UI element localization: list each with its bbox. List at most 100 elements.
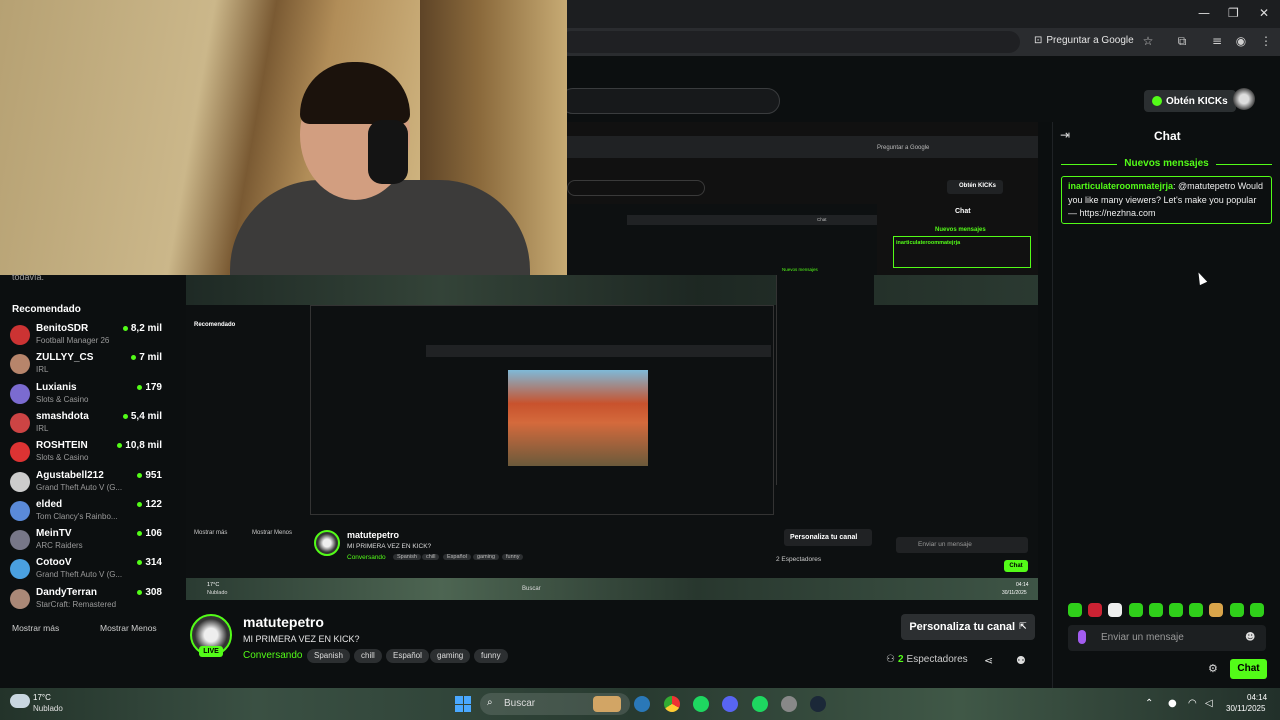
spotify-icon[interactable] xyxy=(693,696,709,712)
sidebar-channel[interactable]: ZULLYY_CS IRL 7 mil xyxy=(10,352,162,378)
sidebar-channel-category: StarCraft: Remastered xyxy=(36,600,117,609)
sidebar-channel-name: DandyTerran xyxy=(36,587,97,598)
sidebar-channel-name: smashdota xyxy=(36,411,89,422)
channel-avatar xyxy=(10,384,30,404)
emote-icon[interactable] xyxy=(1209,603,1224,617)
sidebar-channel[interactable]: DandyTerran StarCraft: Remastered 308 xyxy=(10,587,162,613)
sidebar-channel[interactable]: CotooV Grand Theft Auto V (G... 314 xyxy=(10,557,162,583)
nested-taskbar xyxy=(186,578,1038,600)
emote-icon[interactable] xyxy=(1148,603,1163,617)
ask-google-button[interactable]: ⊡ Preguntar a Google xyxy=(1034,35,1134,46)
get-kicks-button[interactable]: Obtén KICKs xyxy=(1144,90,1236,112)
tag-pill[interactable]: funny xyxy=(474,649,508,663)
sidebar-channel[interactable]: Agustabell212 Grand Theft Auto V (G... 951 xyxy=(10,470,162,496)
channel-avatar xyxy=(10,325,30,345)
emote-icon[interactable] xyxy=(1088,603,1103,617)
sidebar-viewer-count: 122 xyxy=(137,499,162,510)
sidebar-title: Recomendado xyxy=(12,304,81,315)
volume-icon[interactable]: ◁ xyxy=(1205,698,1213,709)
sidebar-viewer-count: 314 xyxy=(137,557,162,568)
emoji-icon[interactable]: ☻ xyxy=(1245,632,1255,643)
nested-ask-google: Preguntar a Google xyxy=(877,145,930,151)
stream-category[interactable]: Conversando xyxy=(243,650,302,661)
sidebar-channel-name: BenitoSDR xyxy=(36,323,89,334)
emote-icon[interactable] xyxy=(1249,603,1264,617)
user-avatar[interactable] xyxy=(1233,88,1255,110)
chat-input-placeholder: Enviar un mensaje xyxy=(1101,632,1184,643)
nested-new-messages: Nuevos mensajes xyxy=(935,227,986,233)
nested-inner-toolbar-2 xyxy=(426,345,771,357)
close-icon[interactable]: ✕ xyxy=(1259,6,1269,20)
collapse-chat-icon[interactable]: ⇥ xyxy=(1060,128,1070,142)
nested-search xyxy=(567,180,705,196)
emote-icon[interactable] xyxy=(1128,603,1143,617)
channel-avatar xyxy=(10,530,30,550)
windows-start-icon[interactable] xyxy=(455,696,471,712)
customize-channel-button[interactable]: Personaliza tu canal ⇱ xyxy=(901,614,1035,640)
sidebar-channel[interactable]: smashdota IRL 5,4 mil xyxy=(10,411,162,437)
maximize-icon[interactable]: ❐ xyxy=(1228,6,1239,20)
discord-icon[interactable] xyxy=(722,696,738,712)
address-bar[interactable] xyxy=(560,31,1020,53)
tag-pill[interactable]: Español xyxy=(386,649,429,663)
viewers-icon: ⚇ xyxy=(886,654,895,665)
channel-name[interactable]: matutepetro xyxy=(243,614,324,630)
tag-pill[interactable]: Spanish xyxy=(307,649,350,663)
channel-avatar xyxy=(10,472,30,492)
emote-icon[interactable] xyxy=(1229,603,1244,617)
clock-time[interactable]: 04:14 xyxy=(1247,693,1267,702)
steam-client-icon[interactable] xyxy=(810,696,826,712)
live-dot-icon xyxy=(117,443,123,448)
menu-dots-icon[interactable]: ⋮ xyxy=(1259,34,1273,48)
tag-pill[interactable]: chill xyxy=(354,649,382,663)
sidebar-channel-name: elded xyxy=(36,499,63,510)
tag-pill[interactable]: gaming xyxy=(430,649,471,663)
external-link-icon: ⇱ xyxy=(1019,622,1027,632)
tray-mic-icon[interactable]: ● xyxy=(1168,698,1177,709)
chat-settings-icon[interactable]: ⚙ xyxy=(1208,662,1218,675)
chrome-icon[interactable] xyxy=(664,696,680,712)
extensions-icon[interactable]: ⧉ xyxy=(1175,34,1189,48)
taskbar-widget-icon[interactable] xyxy=(593,696,621,712)
chat-username[interactable]: inarticulateroommatejrja xyxy=(1068,181,1173,191)
sidebar-viewer-count: 7 mil xyxy=(131,352,162,363)
follow-user-icon[interactable]: ⚉ xyxy=(1016,654,1026,667)
sidebar-channel[interactable]: elded Tom Clancy's Rainbo... 122 xyxy=(10,499,162,525)
weather-temperature[interactable]: 17°C xyxy=(33,693,51,702)
spotify-alt-icon[interactable] xyxy=(752,696,768,712)
clock-date[interactable]: 30/11/2025 xyxy=(1226,704,1265,713)
app-icon[interactable] xyxy=(781,696,797,712)
search-input[interactable] xyxy=(560,88,780,114)
sidebar-channel[interactable]: MeinTV ARC Raiders 106 xyxy=(10,528,162,554)
channel-avatar xyxy=(10,413,30,433)
emote-icon[interactable] xyxy=(1169,603,1183,617)
sidebar-channel[interactable]: Luxianis Slots & Casino 179 xyxy=(10,382,162,408)
media-control-icon[interactable]: ≡ xyxy=(1210,34,1224,48)
tray-chevron-icon[interactable]: ⌃ xyxy=(1145,698,1153,709)
steam-icon[interactable] xyxy=(634,696,650,712)
chat-message: inarticulateroommatejrja: @matutepetro W… xyxy=(1061,176,1272,224)
profile-icon[interactable]: ◉ xyxy=(1234,34,1248,48)
show-more-button[interactable]: Mostrar más xyxy=(12,623,59,633)
microphone-icon[interactable] xyxy=(1078,630,1086,644)
weather-description[interactable]: Nublado xyxy=(33,704,63,713)
minimize-icon[interactable]: — xyxy=(1198,6,1210,20)
emote-icon[interactable] xyxy=(1068,603,1082,617)
chat-send-button[interactable]: Chat xyxy=(1230,659,1267,679)
stream-video-top[interactable]: Preguntar a Google Obtén KICKs Chat Nuev… xyxy=(567,122,1038,275)
bookmark-star-icon[interactable]: ☆ xyxy=(1141,34,1155,48)
new-messages-divider[interactable]: Nuevos mensajes xyxy=(1061,158,1272,172)
live-dot-icon xyxy=(137,531,143,536)
emote-icon[interactable] xyxy=(1108,603,1123,617)
sidebar-channel[interactable]: ROSHTEIN Slots & Casino 10,8 mil xyxy=(10,440,162,466)
emote-icon[interactable] xyxy=(1189,603,1204,617)
show-less-button[interactable]: Mostrar Menos xyxy=(100,623,157,633)
cloud-icon[interactable] xyxy=(10,694,30,708)
sidebar-channel[interactable]: BenitoSDR Football Manager 26 8,2 mil xyxy=(10,323,162,349)
viewer-count: ⚇ 2 Espectadores xyxy=(886,654,968,665)
wifi-icon[interactable]: ◠ xyxy=(1188,698,1197,709)
taskbar-search-label: Buscar xyxy=(504,698,536,709)
nested-recommended: Recomendado xyxy=(194,322,236,328)
share-icon[interactable]: ⋖ xyxy=(984,654,993,667)
sidebar-channel-name: CotooV xyxy=(36,557,72,568)
